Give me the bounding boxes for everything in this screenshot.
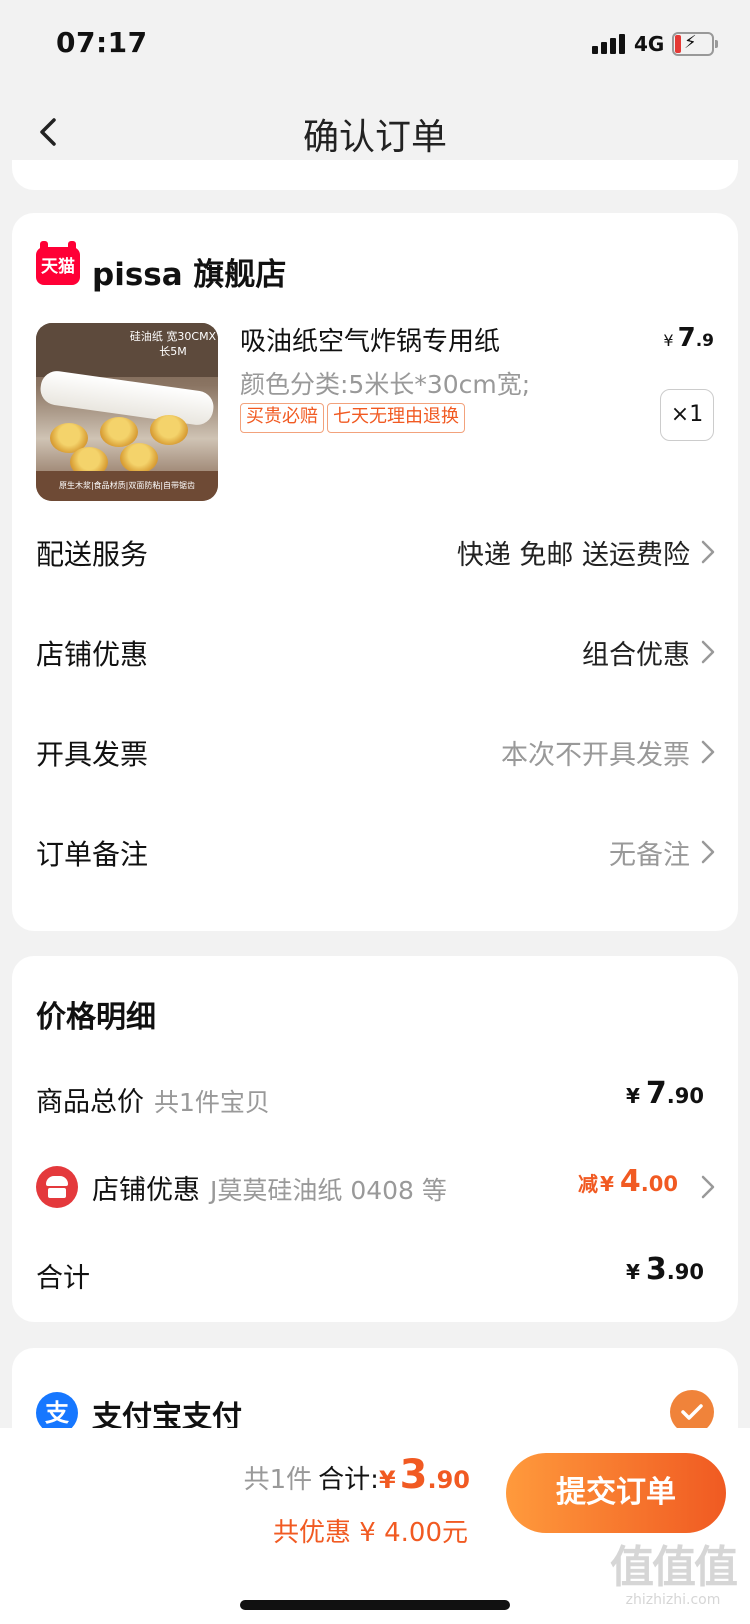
nav-bar: 确认订单 xyxy=(0,90,750,170)
page-title: 确认订单 xyxy=(302,117,447,158)
battery-icon: ⚡ xyxy=(672,32,718,56)
row-order-note[interactable]: 订单备注 无备注 xyxy=(36,821,716,881)
row-value: 本次不开具发票 xyxy=(501,740,690,771)
network-type: 4G xyxy=(634,32,665,56)
row-shop-discount[interactable]: 店铺优惠 组合优惠 xyxy=(36,621,716,681)
price-detail-title: 价格明细 xyxy=(36,1000,156,1035)
shop-discount-row[interactable]: 店铺优惠 J莫莫硅油纸 0408 等 减 ¥4.00 xyxy=(36,1162,715,1212)
chevron-right-icon xyxy=(700,539,716,565)
shop-card: 天猫 pissa 旗舰店 硅油纸 宽30CMX长5M 原生木浆|食品材质|双面防… xyxy=(12,213,738,931)
shop-discount-amount: 减 ¥4.00 xyxy=(578,1164,678,1199)
goods-total-row: 商品总价 共1件宝贝 ¥7.90 xyxy=(36,1074,704,1124)
product-image-footer: 原生木浆|食品材质|双面防粘|自带锯齿 xyxy=(36,471,218,501)
goods-total-amount: ¥7.90 xyxy=(626,1076,704,1111)
watermark-logo: 值值值 xyxy=(610,1542,738,1593)
row-label: 配送服务 xyxy=(36,538,149,571)
chevron-right-icon xyxy=(700,839,716,865)
tag-seven-day-return: 七天无理由退换 xyxy=(327,403,465,433)
row-label: 开具发票 xyxy=(36,738,149,771)
product-tags: 买贵必赔 七天无理由退换 xyxy=(240,403,468,433)
watermark-url: zhizhizhi.com xyxy=(625,1592,721,1608)
row-label: 订单备注 xyxy=(36,838,149,871)
product-spec[interactable]: 颜色分类:5米长*30cm宽; xyxy=(240,365,530,401)
quantity-stepper[interactable]: ×1 xyxy=(660,389,714,441)
goods-total-label: 商品总价 xyxy=(36,1087,144,1118)
row-invoice[interactable]: 开具发票 本次不开具发票 xyxy=(36,721,716,781)
tmall-logo: 天猫 xyxy=(36,241,80,285)
total-discount: 共优惠 ¥ 4.00元 xyxy=(273,1518,468,1548)
row-value: 无备注 xyxy=(609,840,690,871)
status-time: 07:17 xyxy=(56,26,148,59)
goods-total-sub: 共1件宝贝 xyxy=(154,1088,270,1117)
order-total: 共1件 合计:¥ 3.90 xyxy=(243,1452,470,1498)
total-label: 合计 xyxy=(36,1263,90,1294)
row-value: 快递 免邮 送运费险 xyxy=(456,540,690,571)
row-value: 组合优惠 xyxy=(582,640,690,671)
shop-icon xyxy=(36,1166,78,1208)
total-amount: ¥3.90 xyxy=(626,1252,704,1287)
total-row: 合计 ¥3.90 xyxy=(36,1250,704,1300)
chevron-right-icon xyxy=(700,1174,716,1200)
product-image-band-text: 硅油纸 宽30CMX长5M xyxy=(129,330,217,358)
chevron-right-icon xyxy=(700,639,716,665)
tag-price-guarantee: 买贵必赔 xyxy=(240,403,324,433)
chevron-right-icon xyxy=(700,739,716,765)
product-image[interactable]: 硅油纸 宽30CMX长5M 原生木浆|食品材质|双面防粘|自带锯齿 xyxy=(36,323,218,501)
shop-discount-label: 店铺优惠 xyxy=(92,1175,200,1206)
address-card-stub xyxy=(12,160,738,190)
item-count: 共1件 xyxy=(243,1465,313,1495)
status-bar: 07:17 4G ⚡ xyxy=(0,0,750,90)
row-label: 店铺优惠 xyxy=(36,638,149,671)
shop-discount-sub: J莫莫硅油纸 0408 等 xyxy=(210,1176,447,1205)
watermark: 值值值 zhizhizhi.com xyxy=(600,1542,746,1609)
submit-order-button[interactable]: 提交订单 xyxy=(506,1453,726,1533)
row-delivery[interactable]: 配送服务 快递 免邮 送运费险 xyxy=(36,521,716,581)
product-price: ¥7.9 xyxy=(663,323,714,353)
sum-label: 合计: xyxy=(318,1465,379,1495)
signal-icon xyxy=(592,34,628,54)
shop-name[interactable]: pissa 旗舰店 xyxy=(92,249,286,294)
product-title[interactable]: 吸油纸空气炸锅专用纸 xyxy=(240,321,500,358)
price-detail-card: 价格明细 商品总价 共1件宝贝 ¥7.90 店铺优惠 J莫莫硅油纸 0408 等 减… xyxy=(12,956,738,1322)
home-indicator xyxy=(240,1600,510,1610)
